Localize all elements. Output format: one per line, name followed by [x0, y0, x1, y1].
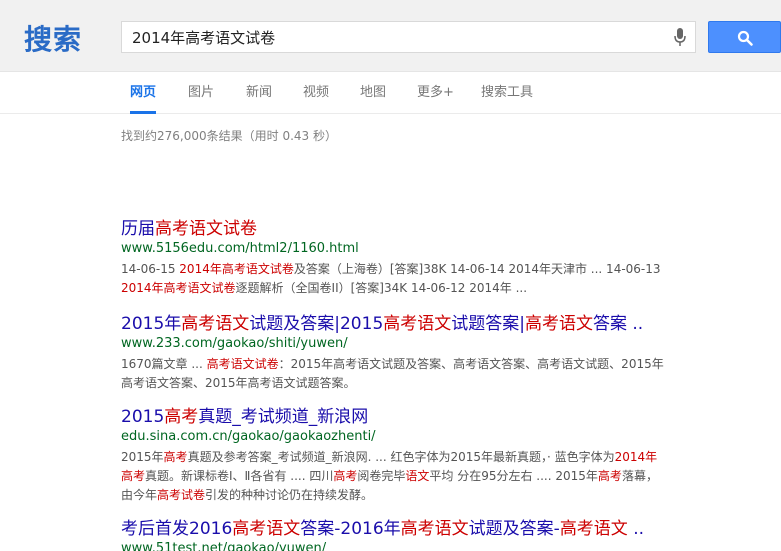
- text-run: 逐题解析（全国卷II）[答案]34K 14-06-12 2014年 ...: [235, 281, 528, 295]
- result-url: www.51test.net/gaokao/yuwen/: [121, 541, 327, 551]
- result-title-link[interactable]: 2015年高考语文试题及答案|2015高考语文试题答案|高考语文答案 ..: [121, 313, 666, 335]
- tab-videos[interactable]: 视频: [303, 72, 329, 114]
- search-result: 历届高考语文试卷 www.5156edu.com/html2/1160.html…: [121, 218, 666, 298]
- tab-more[interactable]: 更多+: [417, 72, 454, 114]
- highlighted-term: 高考语文试卷: [155, 219, 257, 239]
- microphone-icon[interactable]: [673, 27, 687, 47]
- text-run: 2015年: [121, 314, 182, 334]
- text-run: 试题答案|: [451, 314, 525, 334]
- result-snippet: 14-06-15 2014年高考语文试卷及答案（上海卷）[答案]38K 14-0…: [121, 260, 666, 298]
- text-run: 真题及参考答案_考试频道_新浪网. ... 红色字体为2015年最新真题，· 蓝…: [187, 450, 615, 464]
- text-run: 2015年: [121, 450, 164, 464]
- text-run: 答案-2016年: [300, 519, 401, 539]
- tab-web[interactable]: 网页: [130, 72, 157, 114]
- highlighted-term: 高考语文: [383, 314, 452, 334]
- search-result: 2015年高考语文试题及答案|2015高考语文试题答案|高考语文答案 .. ww…: [121, 313, 666, 393]
- highlighted-term: 高考语文试卷: [206, 357, 279, 371]
- search-result: 考后首发2016高考语文答案-2016年高考语文试题及答案-高考语文 .. ww…: [121, 518, 666, 551]
- tab-images[interactable]: 图片: [188, 72, 214, 114]
- highlighted-term: 高考语文: [525, 314, 593, 334]
- result-url: edu.sina.com.cn/gaokao/gaokaozhenti/: [121, 429, 376, 444]
- result-title-link[interactable]: 2015高考真题_考试频道_新浪网: [121, 406, 666, 428]
- text-run: 试题及答案-: [468, 519, 560, 539]
- text-run: 真题_考试频道_新浪网: [198, 407, 369, 427]
- highlighted-term: 高考语文: [559, 519, 628, 539]
- highlighted-term: 高考: [597, 469, 622, 483]
- highlighted-term: 高考语文: [232, 519, 301, 539]
- highlighted-term: 高考语文: [181, 314, 250, 334]
- search-result: 2015高考真题_考试频道_新浪网 edu.sina.com.cn/gaokao…: [121, 406, 666, 505]
- text-run: 14-06-15: [121, 262, 180, 276]
- highlighted-term: 高考: [333, 469, 358, 483]
- text-run: 1670篇文章 ...: [121, 357, 207, 371]
- text-run: 平均 分在95分左右 .... 2015年: [429, 469, 598, 483]
- tab-maps[interactable]: 地图: [360, 72, 386, 114]
- search-tabs: 网页 图片 新闻 视频 地图 更多+ 搜索工具: [0, 72, 781, 114]
- header: 搜索: [0, 0, 781, 72]
- text-run: 答案 ..: [593, 314, 644, 334]
- result-title-link[interactable]: 历届高考语文试卷: [121, 218, 666, 240]
- result-url: www.5156edu.com/html2/1160.html: [121, 241, 359, 256]
- highlighted-term: 高考: [164, 407, 199, 427]
- highlighted-term: 2014年高考语文试卷: [179, 262, 294, 276]
- text-run: 及答案（上海卷）[答案]38K 14-06-14 2014年天津市 ... 14…: [293, 262, 661, 276]
- result-url: www.233.com/gaokao/shiti/yuwen/: [121, 336, 348, 351]
- search-box[interactable]: [121, 21, 696, 53]
- result-stats: 找到约276,000条结果（用时 0.43 秒）: [121, 129, 337, 143]
- highlighted-term: 高考: [163, 450, 188, 464]
- text-run: 历届: [121, 219, 155, 239]
- text-run: 真题。新课标卷Ⅰ、Ⅱ各省有 .... 四川: [145, 469, 334, 483]
- search-button[interactable]: [708, 21, 781, 53]
- search-icon: [737, 30, 753, 46]
- text-run: 试题及答案|2015: [249, 314, 384, 334]
- tab-news[interactable]: 新闻: [246, 72, 272, 114]
- logo[interactable]: 搜索: [24, 22, 82, 58]
- text-run: 考后首发2016: [121, 519, 233, 539]
- search-input[interactable]: [122, 22, 667, 52]
- highlighted-term: 高考语文: [400, 519, 469, 539]
- result-title-link[interactable]: 考后首发2016高考语文答案-2016年高考语文试题及答案-高考语文 ..: [121, 518, 666, 540]
- tab-search-tools[interactable]: 搜索工具: [481, 72, 533, 114]
- text-run: 2015: [121, 407, 165, 427]
- text-run: ..: [627, 519, 645, 539]
- result-snippet: 1670篇文章 ... 高考语文试卷：2015年高考语文试题及答案、高考语文答案…: [121, 355, 666, 393]
- result-snippet: 2015年高考真题及参考答案_考试频道_新浪网. ... 红色字体为2015年最…: [121, 448, 666, 505]
- text-run: 引发的种种讨论仍在持续发酵。: [205, 488, 374, 502]
- highlighted-term: 高考试卷: [157, 488, 206, 502]
- highlighted-term: 语文: [405, 469, 430, 483]
- text-run: 阅卷完毕: [357, 469, 406, 483]
- highlighted-term: 2014年高考语文试卷: [121, 281, 236, 295]
